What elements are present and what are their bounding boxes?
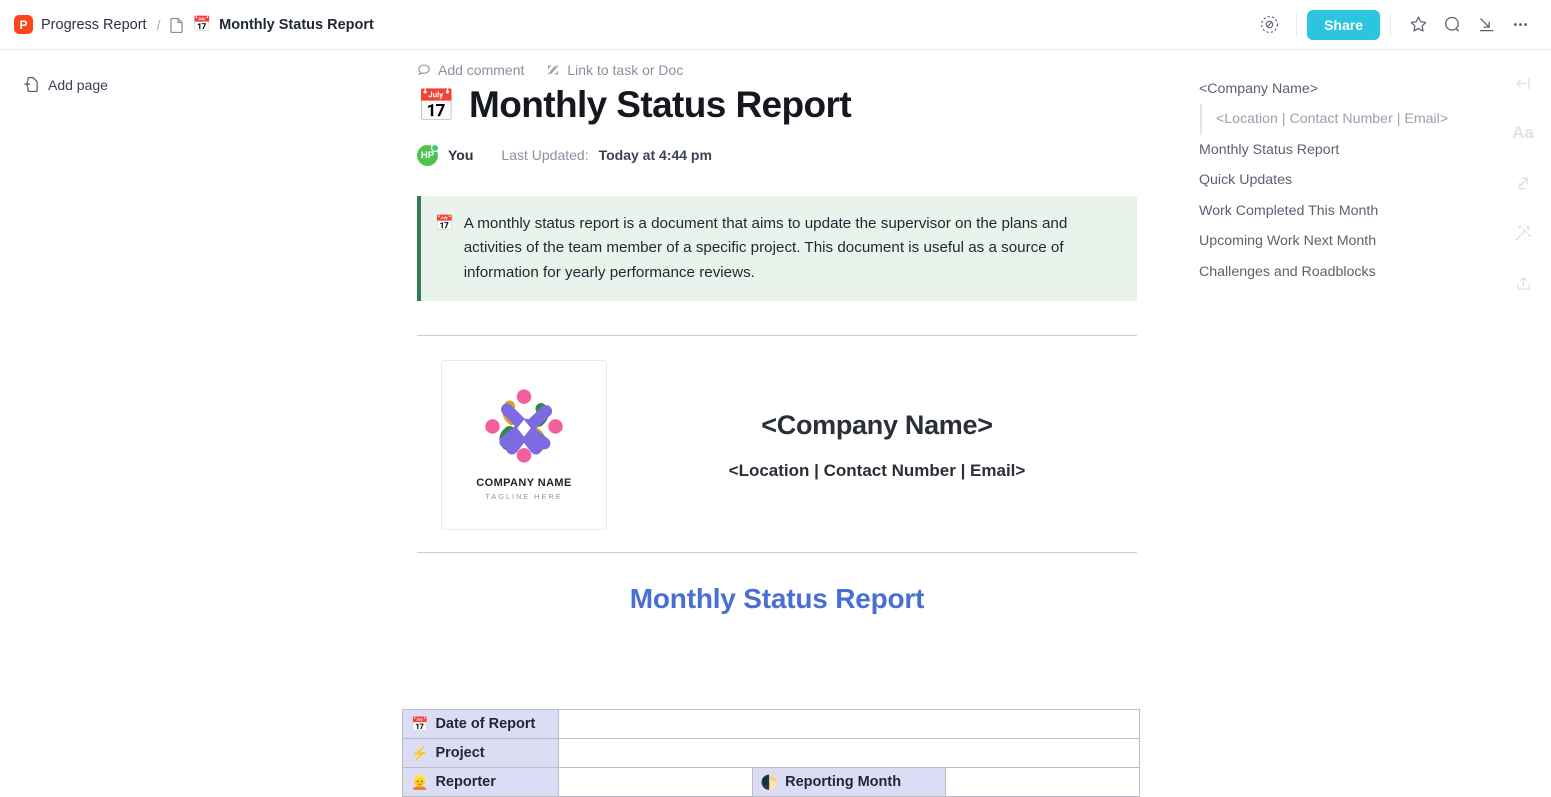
author-label: You — [448, 147, 474, 164]
top-bar: P Progress Report / 📅 Monthly Status Rep… — [0, 0, 1551, 50]
table-row: 📅 Date of Report — [402, 709, 1140, 739]
company-logo-icon — [485, 389, 563, 464]
breadcrumb: P Progress Report / 📅 Monthly Status Rep… — [14, 15, 1252, 34]
table-label-cell[interactable]: ⚡ Project — [402, 738, 559, 768]
add-page-label: Add page — [48, 76, 108, 93]
breadcrumb-separator: / — [156, 16, 161, 33]
outline-item[interactable]: Challenges and Roadblocks — [1199, 257, 1495, 287]
table-label-text: Reporter — [435, 774, 496, 790]
document-canvas: Add comment Link to task or Doc 📅 Monthl… — [405, 50, 1175, 787]
privacy-eye-icon[interactable] — [1252, 8, 1286, 42]
table-label-cell[interactable]: 👱 Reporter — [402, 767, 559, 797]
collapse-panel-icon[interactable] — [1508, 68, 1538, 98]
page-title[interactable]: 📅 Monthly Status Report — [405, 84, 1175, 127]
online-status-dot — [431, 143, 439, 152]
last-updated-value: Today at 4:44 pm — [598, 147, 712, 164]
add-page-icon — [24, 76, 39, 93]
company-logo-card: COMPANY NAME TAGLINE HERE — [441, 360, 607, 531]
search-icon[interactable] — [1435, 8, 1469, 42]
brand-section: COMPANY NAME TAGLINE HERE <Company Name>… — [417, 360, 1137, 531]
more-options-icon[interactable] — [1503, 8, 1537, 42]
table-value-cell[interactable] — [558, 767, 753, 797]
top-actions: Share — [1252, 8, 1537, 42]
table-label-cell[interactable]: 🌓 Reporting Month — [751, 767, 947, 797]
calendar-emoji: 📅 — [435, 214, 454, 232]
calendar-emoji: 📅 — [417, 87, 456, 123]
divider — [1296, 13, 1298, 36]
section-heading[interactable]: Monthly Status Report — [417, 583, 1137, 615]
doc-toolbar: Add comment Link to task or Doc — [405, 62, 1175, 78]
calendar-emoji: 📅 — [411, 716, 429, 732]
outline-item[interactable]: <Company Name> — [1199, 74, 1495, 104]
company-contact-line[interactable]: <Location | Contact Number | Email> — [617, 461, 1137, 481]
last-updated-label: Last Updated: — [501, 147, 589, 164]
table-label-text: Reporting Month — [785, 774, 902, 790]
right-icon-rail: Aa — [1495, 50, 1551, 787]
add-comment-label: Add comment — [438, 62, 525, 78]
add-page-button[interactable]: Add page — [18, 72, 114, 97]
text-style-icon[interactable]: Aa — [1508, 118, 1538, 148]
comment-bubble-icon — [417, 63, 431, 77]
left-sidebar: Add page — [0, 50, 405, 787]
company-name-heading[interactable]: <Company Name> — [617, 410, 1137, 441]
outline-item[interactable]: <Location | Contact Number | Email> — [1200, 104, 1495, 135]
outline-item[interactable]: Upcoming Work Next Month — [1199, 226, 1495, 256]
callout-text: A monthly status report is a document th… — [463, 214, 1068, 281]
metadata-table-wrap: 📅 Date of Report ⚡ Project 👱 Reporter 🌓 … — [0, 709, 1140, 797]
page-title-text: Monthly Status Report — [469, 84, 852, 125]
outline-list: <Company Name> <Location | Contact Numbe… — [1199, 74, 1495, 287]
breadcrumb-space[interactable]: Progress Report — [41, 17, 147, 33]
star-icon[interactable] — [1401, 8, 1435, 42]
table-value-cell[interactable] — [558, 738, 1140, 768]
table-value-cell[interactable] — [945, 767, 1140, 797]
link-arrows-icon — [546, 63, 560, 77]
calendar-emoji: 📅 — [192, 16, 212, 33]
outline-panel: <Company Name> <Location | Contact Numbe… — [1175, 50, 1495, 787]
lightning-emoji: ⚡ — [411, 745, 429, 761]
breadcrumb-doc-title[interactable]: Monthly Status Report — [219, 17, 374, 33]
app-logo-badge[interactable]: P — [14, 15, 33, 34]
table-row: ⚡ Project — [402, 738, 1140, 768]
doc-meta: HP You Last Updated: Today at 4:44 pm — [405, 143, 1175, 166]
outline-item[interactable]: Monthly Status Report — [1199, 135, 1495, 165]
logo-company-name: COMPANY NAME — [476, 477, 572, 490]
collapse-icon[interactable] — [1469, 8, 1503, 42]
upload-share-icon[interactable] — [1508, 268, 1538, 298]
company-heading-block: <Company Name> <Location | Contact Numbe… — [607, 410, 1137, 481]
logo-tagline: TAGLINE HERE — [485, 492, 563, 502]
table-row: 👱 Reporter 🌓 Reporting Month — [402, 767, 1140, 797]
doc-page-icon — [170, 17, 184, 33]
callout-block: 📅 A monthly status report is a document … — [417, 195, 1137, 302]
magic-wand-icon[interactable] — [1508, 218, 1538, 248]
divider — [417, 335, 1137, 337]
outline-item[interactable]: Quick Updates — [1199, 165, 1495, 195]
outline-item[interactable]: Work Completed This Month — [1199, 196, 1495, 226]
table-value-cell[interactable] — [558, 709, 1140, 739]
divider — [1390, 13, 1391, 36]
body: Add page Add comment Link to task or Doc… — [0, 50, 1551, 787]
avatar[interactable]: HP — [417, 143, 439, 166]
link-icon[interactable] — [1508, 168, 1538, 198]
link-to-task-button[interactable]: Link to task or Doc — [546, 62, 683, 78]
add-comment-button[interactable]: Add comment — [417, 62, 524, 78]
table-label-text: Project — [435, 745, 485, 761]
link-to-task-label: Link to task or Doc — [567, 62, 684, 78]
divider — [417, 552, 1137, 554]
share-button[interactable]: Share — [1307, 9, 1380, 40]
table-label-text: Date of Report — [435, 716, 536, 732]
metadata-table: 📅 Date of Report ⚡ Project 👱 Reporter 🌓 … — [402, 709, 1140, 797]
table-label-cell[interactable]: 📅 Date of Report — [402, 709, 559, 739]
